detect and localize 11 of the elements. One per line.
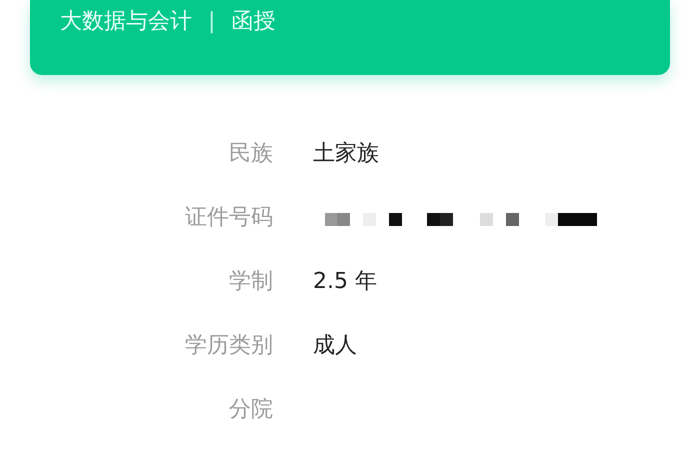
field-label: 分院 — [228, 396, 273, 424]
field-value: 成人 — [313, 332, 357, 360]
field-label: 证件号码 — [184, 204, 273, 232]
major-name: 大数据与会计 — [60, 8, 192, 36]
study-mode: 函授 — [231, 8, 276, 36]
field-value: 土家族 — [313, 140, 379, 168]
field-label: 民族 — [228, 140, 273, 168]
field-value: 2.5 年 — [313, 268, 377, 296]
separator: | — [208, 8, 216, 36]
field-label: 学历类别 — [184, 332, 273, 360]
field-label: 学制 — [228, 268, 273, 296]
